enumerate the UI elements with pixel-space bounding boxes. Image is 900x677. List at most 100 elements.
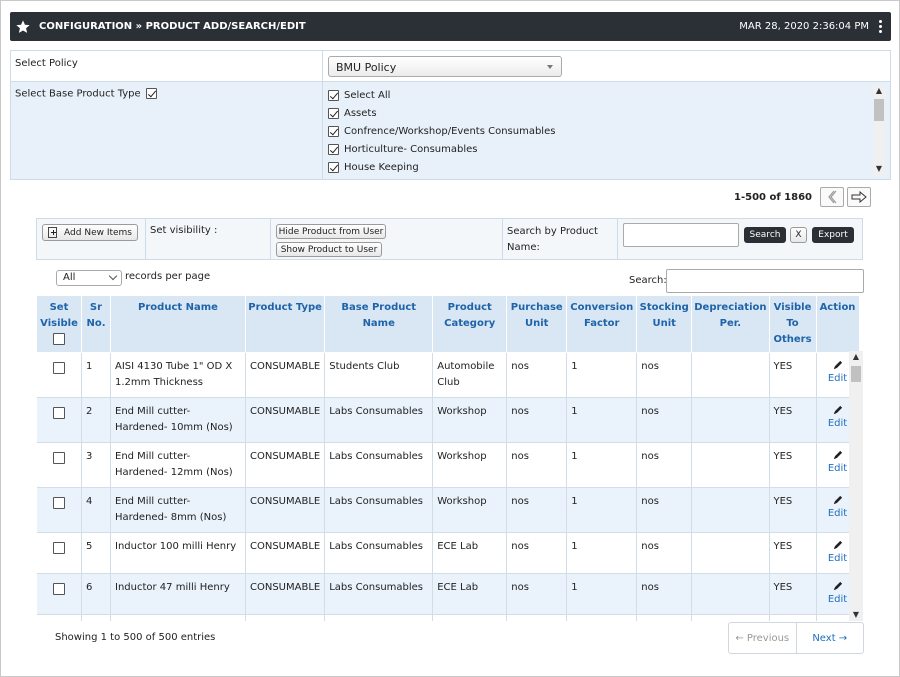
edit-link[interactable]: Edit (828, 373, 847, 384)
add-new-items-button[interactable]: Add New Items (42, 224, 138, 241)
conversion-factor-cell: 1 (566, 352, 638, 398)
scroll-thumb[interactable] (851, 366, 861, 382)
depreciation-cell (691, 532, 770, 574)
col-product-name[interactable]: Product Name (110, 295, 246, 353)
depreciation-cell (691, 487, 770, 533)
conversion-factor-cell: 1 (566, 397, 638, 443)
policy-select[interactable]: BMU Policy (328, 56, 562, 77)
scroll-thumb[interactable] (874, 99, 884, 121)
row-checkbox[interactable] (52, 452, 65, 464)
edit-link[interactable]: Edit (828, 594, 847, 605)
table-row: 3 End Mill cutter- Hardened- 12mm (Nos) CO… (36, 442, 860, 488)
table-header-row: Set Visible Sr No. Product Name Product … (36, 295, 860, 353)
col-visible-to-others[interactable]: Visible To Others (768, 295, 817, 353)
scroll-down-icon[interactable]: ▼ (849, 609, 863, 621)
base-type-list: Select All Assets Confrence/Workshop/Eve… (328, 86, 868, 176)
row-checkbox[interactable] (52, 407, 65, 419)
col-sr-no[interactable]: Sr No. (81, 295, 111, 353)
more-menu-icon[interactable] (879, 20, 883, 33)
checkbox[interactable] (328, 161, 339, 173)
star-icon[interactable] (15, 19, 31, 35)
col-product-type[interactable]: Product Type (244, 295, 326, 353)
divider (617, 219, 618, 259)
pencil-icon[interactable] (832, 580, 844, 592)
checkbox[interactable] (328, 125, 339, 137)
product-name-cell: End Mill cutter- Hardened- 12mm (Nos) (110, 442, 246, 488)
col-product-category[interactable]: Product Category (432, 295, 508, 353)
sr-no-cell: 3 (81, 442, 111, 488)
list-item[interactable]: Assets (328, 104, 868, 122)
pencil-icon[interactable] (832, 539, 844, 551)
purchase-unit-cell: nos (506, 397, 568, 443)
conversion-factor-cell: 1 (566, 487, 638, 533)
table-scrollbar[interactable]: ▲ ▼ (849, 351, 863, 621)
next-page-button[interactable] (847, 187, 871, 207)
clear-search-button[interactable]: X (790, 227, 807, 243)
edit-link[interactable]: Edit (828, 508, 847, 519)
row-checkbox[interactable] (52, 497, 65, 509)
export-button[interactable]: Export (812, 227, 854, 243)
pencil-icon[interactable] (832, 359, 844, 371)
select-all-checkbox[interactable] (53, 333, 65, 345)
next-button[interactable]: Next → (797, 623, 864, 653)
pagination: ← Previous Next → (728, 622, 864, 654)
stocking-unit-cell: nos (636, 573, 693, 615)
product-search-input[interactable] (623, 223, 739, 247)
list-item-label: Assets (344, 107, 377, 119)
policy-select-value: BMU Policy (336, 61, 397, 74)
col-depreciation[interactable]: Depreciation Per. (691, 295, 770, 353)
checkbox[interactable] (328, 107, 339, 119)
set-visible-cell (36, 442, 82, 488)
col-conversion-factor[interactable]: Conversion Factor (566, 295, 638, 353)
conversion-factor-cell: 1 (566, 573, 638, 615)
list-item[interactable]: House Keeping (328, 158, 868, 176)
base-product-cell: Labs Consumables (324, 397, 434, 443)
prev-page-button[interactable] (820, 187, 844, 207)
col-purchase-unit[interactable]: Purchase Unit (506, 295, 568, 353)
checkbox[interactable] (328, 143, 339, 155)
checkbox[interactable] (328, 89, 339, 101)
edit-link[interactable]: Edit (828, 418, 847, 429)
list-item-label: Confrence/Workshop/Events Consumables (344, 125, 556, 137)
product-name-cell: End Mill cutter- Hardened- 10mm (Nos) (110, 397, 246, 443)
base-product-cell: Labs Consumables (324, 532, 434, 574)
row-checkbox[interactable] (52, 542, 65, 554)
depreciation-cell (691, 573, 770, 615)
divider (502, 219, 503, 259)
list-item[interactable]: Confrence/Workshop/Events Consumables (328, 122, 868, 140)
visible-cell: YES (769, 352, 817, 398)
show-product-button[interactable]: Show Product to User (276, 242, 382, 257)
edit-link[interactable]: Edit (828, 463, 847, 474)
edit-link[interactable]: Edit (828, 553, 847, 564)
table-search-input[interactable] (666, 269, 864, 293)
previous-button[interactable]: ← Previous (729, 623, 797, 653)
length-value: All (63, 272, 76, 283)
category-cell: Automobile Club (432, 352, 508, 398)
pencil-icon[interactable] (832, 494, 844, 506)
select-policy-label: Select Policy (15, 58, 78, 69)
pencil-icon[interactable] (832, 404, 844, 416)
pencil-icon[interactable] (832, 449, 844, 461)
table-row: 6 Inductor 47 milli Henry CONSUMABLE Labs C… (36, 573, 860, 615)
row-checkbox[interactable] (52, 362, 65, 374)
visible-cell: YES (769, 532, 817, 574)
scroll-up-icon[interactable]: ▲ (849, 351, 863, 363)
col-base-product-name[interactable]: Base Product Name (324, 295, 434, 353)
product-type-cell: CONSUMABLE (245, 397, 326, 443)
sr-no-cell: 2 (81, 397, 111, 443)
list-item[interactable]: Select All (328, 86, 868, 104)
col-stocking-unit[interactable]: Stocking Unit (636, 295, 693, 353)
list-item[interactable]: Horticulture- Consumables (328, 140, 868, 158)
scroll-down-icon[interactable]: ▼ (873, 163, 885, 175)
base-type-checkbox[interactable] (145, 88, 157, 99)
dropdown-caret-icon (547, 65, 553, 69)
purchase-unit-cell: nos (506, 487, 568, 533)
base-type-scrollbar[interactable]: ▲ ▼ (873, 85, 885, 175)
hide-product-button[interactable]: Hide Product from User (276, 224, 386, 239)
set-visible-cell (36, 352, 82, 398)
records-length-select[interactable]: All (56, 270, 122, 286)
search-button[interactable]: Search (744, 227, 786, 243)
scroll-up-icon[interactable]: ▲ (873, 85, 885, 97)
policy-row: Select Policy BMU Policy (11, 51, 890, 82)
row-checkbox[interactable] (52, 583, 65, 595)
